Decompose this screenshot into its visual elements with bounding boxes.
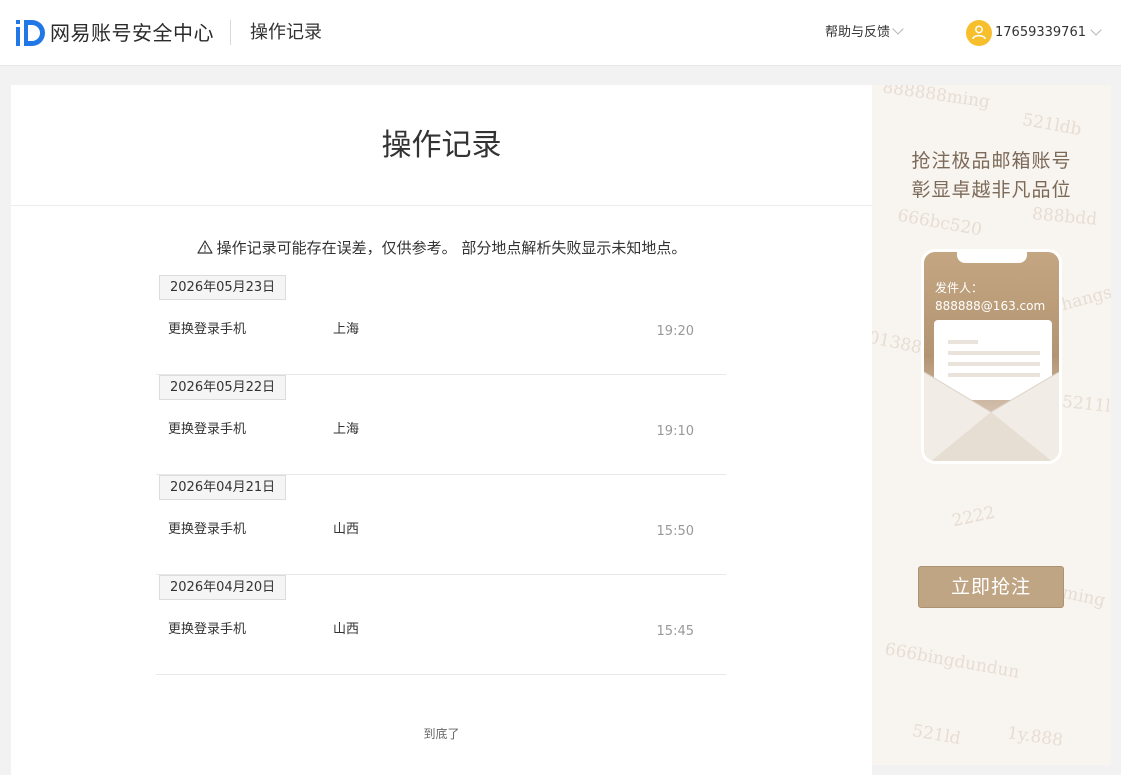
record-time: 19:10: [656, 424, 694, 439]
record-location: 上海: [333, 422, 360, 437]
sender-email: 888888@163.com: [935, 299, 1046, 313]
help-feedback-menu[interactable]: 帮助与反馈: [825, 22, 904, 44]
watermark-text: 2222: [950, 502, 997, 532]
record-action: 更换登录手机: [168, 522, 247, 537]
phone-illustration: 发件人： 888888@163.com: [921, 249, 1062, 464]
sender-label: 发件人：: [935, 281, 984, 295]
record-time: 15:45: [656, 624, 694, 639]
ad-banner[interactable]: 888888ming 521ldb 666bc520 888bdd zhangs…: [872, 85, 1111, 765]
date-tag: 2026年04月20日: [159, 575, 287, 600]
phone-notch: [957, 252, 1027, 263]
date-tag: 2026年04月21日: [159, 475, 287, 500]
watermark-text: 01388: [872, 327, 924, 359]
header-divider: [230, 20, 231, 45]
record-location: 山西: [333, 522, 360, 537]
username: 17659339761: [995, 25, 1086, 40]
record-location: 上海: [333, 322, 360, 337]
watermark-text: 888bdd: [1031, 204, 1098, 230]
brand-name[interactable]: 网易账号安全中心: [50, 20, 214, 46]
watermark-text: 521ldb: [1020, 109, 1083, 141]
ad-headline: 抢注极品邮箱账号: [911, 150, 1072, 172]
record-time: 19:20: [656, 324, 694, 339]
register-now-button[interactable]: 立即抢注: [918, 566, 1064, 608]
notice: 操作记录可能存在误差，仅供参考。 部分地点解析失败显示未知地点。: [11, 237, 872, 259]
help-feedback-label: 帮助与反馈: [825, 25, 891, 40]
record-list: 2026年05月23日 更换登录手机 上海 19:20 2026年05月22日 …: [156, 275, 726, 675]
avatar: [966, 20, 992, 46]
header-page-title: 操作记录: [250, 22, 322, 43]
record-group: 2026年04月20日 更换登录手机 山西 15:45: [156, 575, 726, 675]
watermark-text: ming: [1060, 582, 1107, 612]
record-location: 山西: [333, 622, 360, 637]
date-tag: 2026年05月22日: [159, 375, 287, 400]
user-icon: [972, 25, 986, 40]
envelope-icon: [924, 372, 1059, 461]
watermark-text: 888888ming: [881, 85, 992, 113]
record-group: 2026年05月22日 更换登录手机 上海 19:10: [156, 375, 726, 475]
date-tag: 2026年05月23日: [159, 275, 287, 300]
top-header: 网易账号安全中心 操作记录 帮助与反馈 17659339761: [0, 0, 1121, 66]
record-action: 更换登录手机: [168, 322, 247, 337]
watermark-text: 1y.888: [1005, 723, 1065, 751]
end-of-list-note: 到底了: [423, 727, 460, 741]
chevron-down-icon: [1090, 23, 1102, 36]
watermark-text: 666bc520: [895, 205, 984, 241]
ad-subheadline: 彰显卓越非凡品位: [911, 179, 1072, 201]
record-action: 更换登录手机: [168, 422, 247, 437]
warning-icon: [197, 237, 213, 259]
watermark-text: 666bingdundun: [883, 639, 1021, 683]
record-group: 2026年05月23日 更换登录手机 上海 19:20: [156, 275, 726, 375]
notice-text: 操作记录可能存在误差，仅供参考。 部分地点解析失败显示未知地点。: [216, 239, 687, 257]
watermark-text: 521ld: [910, 720, 963, 750]
record-group: 2026年04月21日 更换登录手机 山西 15:50: [156, 475, 726, 575]
user-menu[interactable]: 17659339761: [966, 19, 1102, 48]
netease-id-logo-icon[interactable]: [16, 20, 46, 46]
record-time: 15:50: [656, 524, 694, 539]
chevron-down-icon: [892, 23, 904, 35]
records-card: 操作记录 操作记录可能存在误差，仅供参考。 部分地点解析失败显示未知地点。 20…: [11, 85, 872, 775]
record-action: 更换登录手机: [168, 622, 247, 637]
watermark-text: 5211ld: [1061, 391, 1111, 419]
page-title: 操作记录: [381, 128, 502, 163]
divider: [11, 205, 872, 206]
